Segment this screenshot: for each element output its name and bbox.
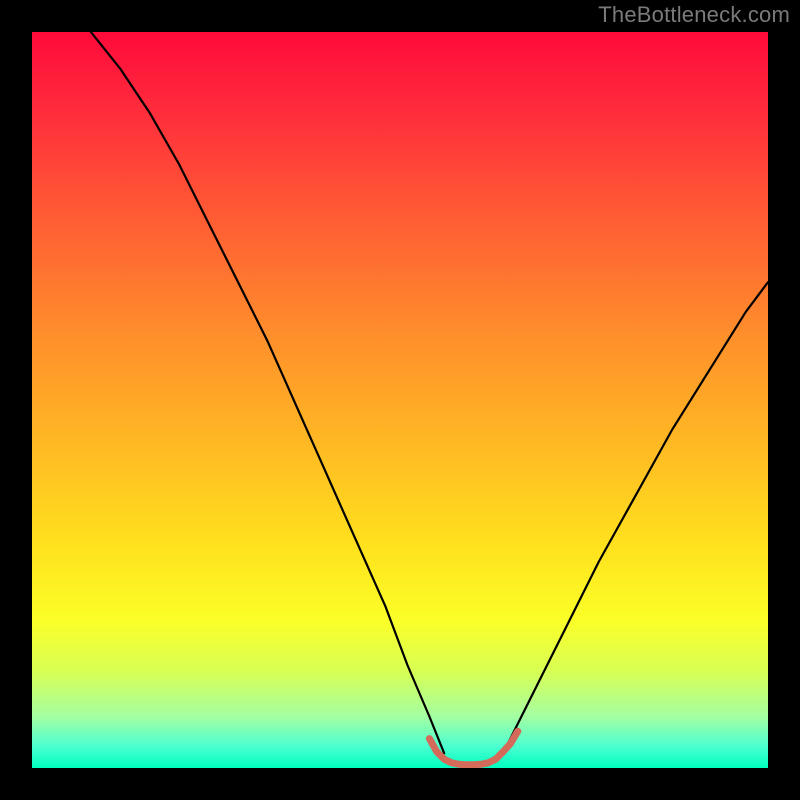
plot-area <box>32 32 768 768</box>
curve-layer <box>32 32 768 768</box>
right-branch-line <box>503 282 768 753</box>
watermark-text: TheBottleneck.com <box>598 2 790 28</box>
left-branch-line <box>91 32 444 753</box>
chart-frame: TheBottleneck.com <box>0 0 800 800</box>
